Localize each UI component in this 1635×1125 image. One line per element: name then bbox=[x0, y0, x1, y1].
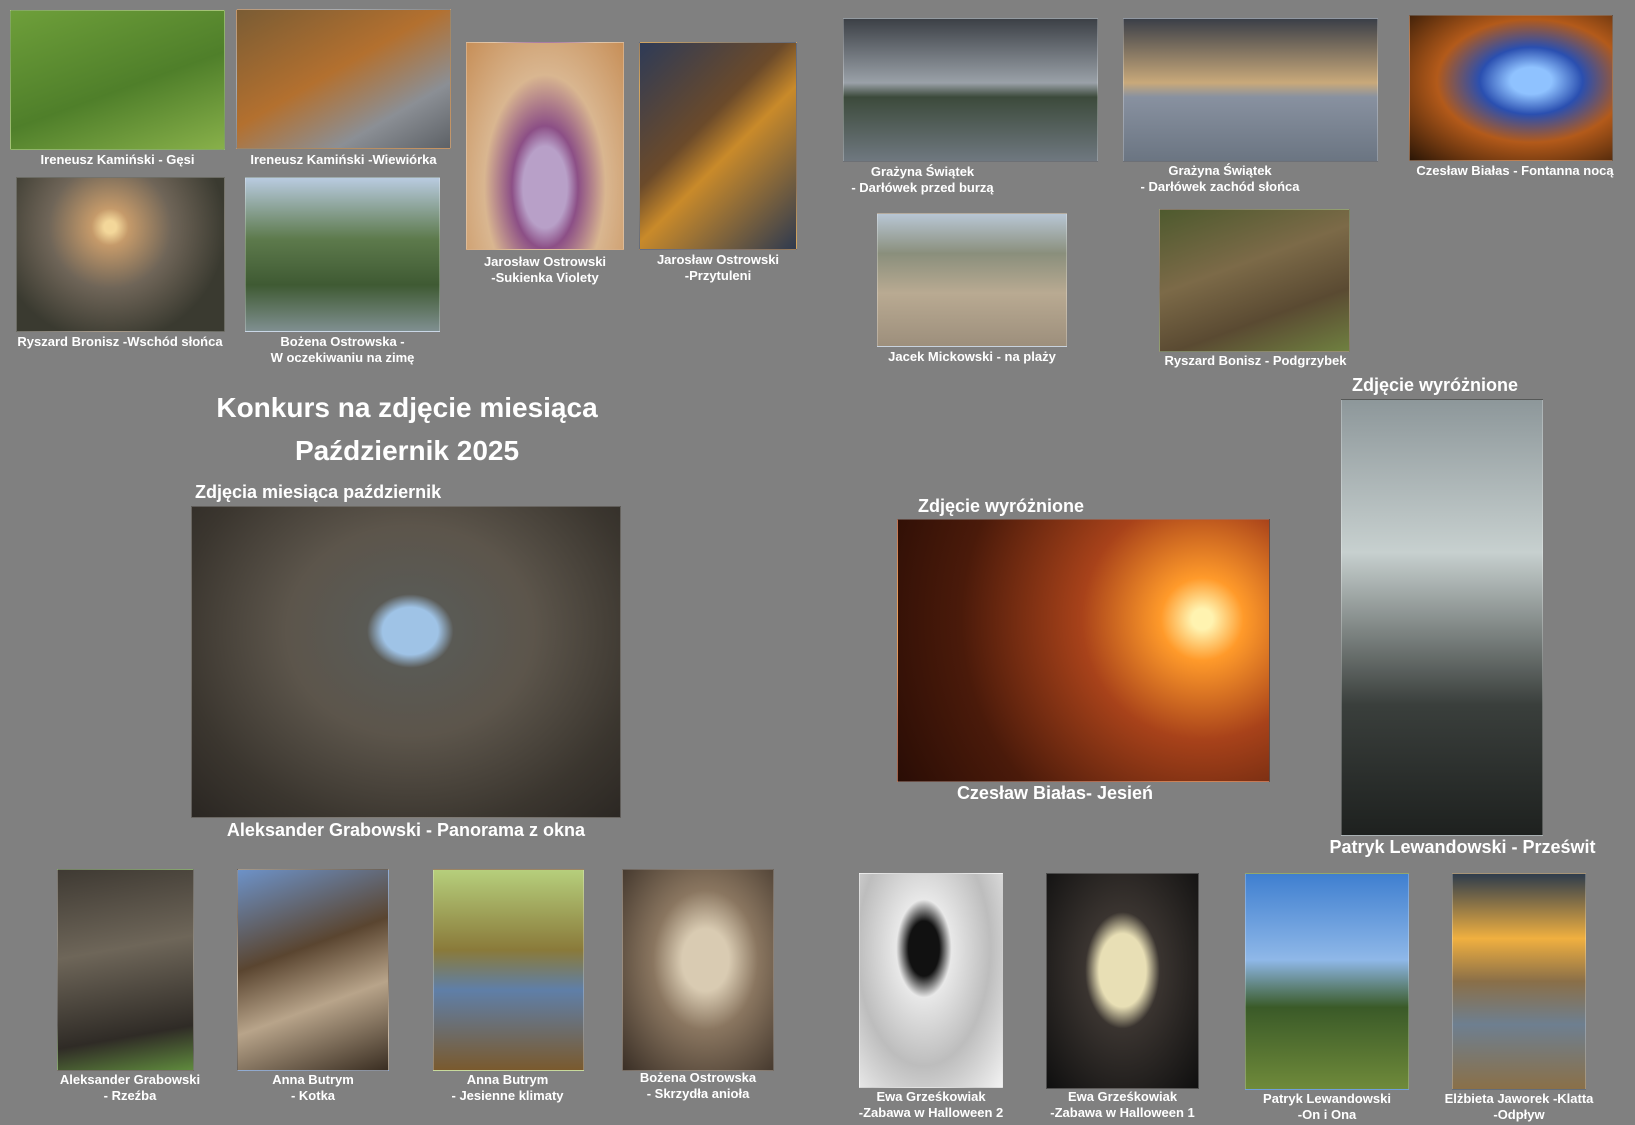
photo-jesienne-klimaty bbox=[433, 869, 584, 1071]
photo-na-plazy bbox=[877, 213, 1067, 347]
photo-fontanna-noca bbox=[1409, 15, 1613, 161]
photo-kotka bbox=[237, 869, 389, 1071]
title-line-1: Konkurs na zdjęcie miesiąca bbox=[216, 392, 598, 423]
caption-wschod-slonca: Ryszard Bronisz -Wschód słońca bbox=[17, 334, 223, 349]
caption-line: -Odpływ bbox=[1493, 1107, 1545, 1122]
caption-line: Ewa Grześkowiak bbox=[876, 1089, 986, 1104]
heading-wyroznione-2: Zdjęcie wyróżnione bbox=[1352, 375, 1519, 395]
caption-line: Grażyna Świątek bbox=[1168, 163, 1272, 178]
caption-darlowek-zachod-slonca: Grażyna Świątek - Darłówek zachód słońca bbox=[1120, 163, 1320, 195]
caption-przeswit: Patryk Lewandowski - Prześwit bbox=[1329, 837, 1596, 857]
caption-gesi: Ireneusz Kamiński - Gęsi bbox=[40, 152, 195, 167]
caption-line: W oczekiwaniu na zimę bbox=[270, 350, 415, 365]
caption-podgrzybek: Ryszard Bonisz - Podgrzybek bbox=[1164, 353, 1347, 368]
photo-jesien bbox=[897, 519, 1270, 782]
photo-darlowek-zachod-slonca bbox=[1123, 18, 1378, 162]
caption-line: Anna Butrym bbox=[272, 1072, 354, 1087]
photo-on-i-ona bbox=[1245, 873, 1409, 1090]
photo-darlowek-przed-burza bbox=[843, 18, 1098, 162]
caption-line: -Zabawa w Halloween 2 bbox=[858, 1105, 1004, 1120]
caption-line: Anna Butrym bbox=[466, 1072, 549, 1087]
photo-halloween-1 bbox=[1046, 873, 1199, 1089]
heading-zdjecia-miesiaca: Zdjęcia miesiąca październik bbox=[195, 482, 442, 502]
caption-line: Ewa Grześkowiak bbox=[1067, 1089, 1178, 1104]
caption-odplyw: Elżbieta Jaworek -Klatta -Odpływ bbox=[1425, 1091, 1613, 1123]
caption-line: Patryk Lewandowski bbox=[1263, 1091, 1391, 1106]
photo-halloween-2 bbox=[859, 873, 1003, 1088]
photo-rzezba bbox=[57, 869, 194, 1071]
photo-skrzydla-aniola bbox=[622, 869, 774, 1071]
caption-oczekiwanie-na-zime: Bożena Ostrowska - W oczekiwaniu na zimę bbox=[240, 334, 445, 366]
photo-wschod-slonca bbox=[16, 177, 225, 332]
caption-line: - Skrzydła anioła bbox=[646, 1086, 750, 1101]
title-line-2: Październik 2025 bbox=[294, 435, 520, 466]
photo-podgrzybek bbox=[1159, 209, 1350, 352]
caption-panorama-z-okna: Aleksander Grabowski - Panorama z okna bbox=[226, 820, 586, 840]
caption-line: Bożena Ostrowska - bbox=[280, 334, 405, 349]
caption-line: Grażyna Świątek bbox=[870, 164, 975, 179]
photo-wiewiorka bbox=[236, 9, 451, 149]
photo-odplyw bbox=[1452, 873, 1586, 1090]
caption-line: -Sukienka Violety bbox=[491, 270, 599, 285]
caption-kotka: Anna Butrym - Kotka bbox=[237, 1072, 389, 1104]
caption-line: Jarosław Ostrowski bbox=[656, 252, 780, 267]
caption-jesien: Czesław Białas- Jesień bbox=[956, 783, 1154, 803]
caption-line: - Rzeźba bbox=[103, 1088, 157, 1103]
caption-skrzydla-aniola: Bożena Ostrowska - Skrzydła anioła bbox=[612, 1070, 784, 1102]
caption-line: Bożena Ostrowska bbox=[639, 1070, 757, 1085]
caption-jesienne-klimaty: Anna Butrym - Jesienne klimaty bbox=[425, 1072, 590, 1104]
caption-line: - Jesienne klimaty bbox=[451, 1088, 564, 1103]
caption-line: - Kotka bbox=[290, 1088, 336, 1103]
caption-przytuleni: Jarosław Ostrowski -Przytuleni bbox=[635, 252, 801, 284]
photo-przeswit bbox=[1341, 399, 1543, 836]
caption-fontanna-noca: Czesław Białas - Fontanna nocą bbox=[1416, 163, 1614, 178]
caption-line: Elżbieta Jaworek -Klatta bbox=[1444, 1091, 1594, 1106]
caption-line: - Darłówek zachód słońca bbox=[1140, 179, 1300, 194]
caption-line: Aleksander Grabowski bbox=[59, 1072, 201, 1087]
photo-przytuleni bbox=[639, 42, 797, 250]
heading-wyroznione-1: Zdjęcie wyróżnione bbox=[918, 496, 1085, 516]
caption-halloween-1: Ewa Grześkowiak -Zabawa w Halloween 1 bbox=[1030, 1089, 1215, 1121]
caption-rzezba: Aleksander Grabowski - Rzeźba bbox=[40, 1072, 220, 1104]
caption-darlowek-przed-burza: Grażyna Świątek - Darłówek przed burzą bbox=[830, 164, 1015, 196]
caption-on-i-ona: Patryk Lewandowski -On i Ona bbox=[1240, 1091, 1414, 1123]
photo-sukienka-violety bbox=[466, 42, 624, 250]
photo-panorama-z-okna bbox=[191, 506, 621, 818]
caption-line: - Darłówek przed burzą bbox=[851, 180, 994, 195]
photo-gesi bbox=[10, 10, 225, 150]
caption-line: -On i Ona bbox=[1297, 1107, 1357, 1122]
caption-halloween-2: Ewa Grześkowiak -Zabawa w Halloween 2 bbox=[840, 1089, 1022, 1121]
caption-line: -Zabawa w Halloween 1 bbox=[1050, 1105, 1195, 1120]
caption-sukienka-violety: Jarosław Ostrowski -Sukienka Violety bbox=[462, 254, 628, 286]
photo-oczekiwanie-na-zime bbox=[245, 177, 440, 332]
caption-na-plazy: Jacek Mickowski - na plaży bbox=[888, 349, 1056, 364]
caption-line: -Przytuleni bbox=[684, 268, 752, 283]
caption-line: Jarosław Ostrowski bbox=[483, 254, 607, 269]
page-title: Konkurs na zdjęcie miesiąca Październik … bbox=[177, 386, 637, 472]
caption-wiewiorka: Ireneusz Kamiński -Wiewiórka bbox=[250, 152, 437, 167]
